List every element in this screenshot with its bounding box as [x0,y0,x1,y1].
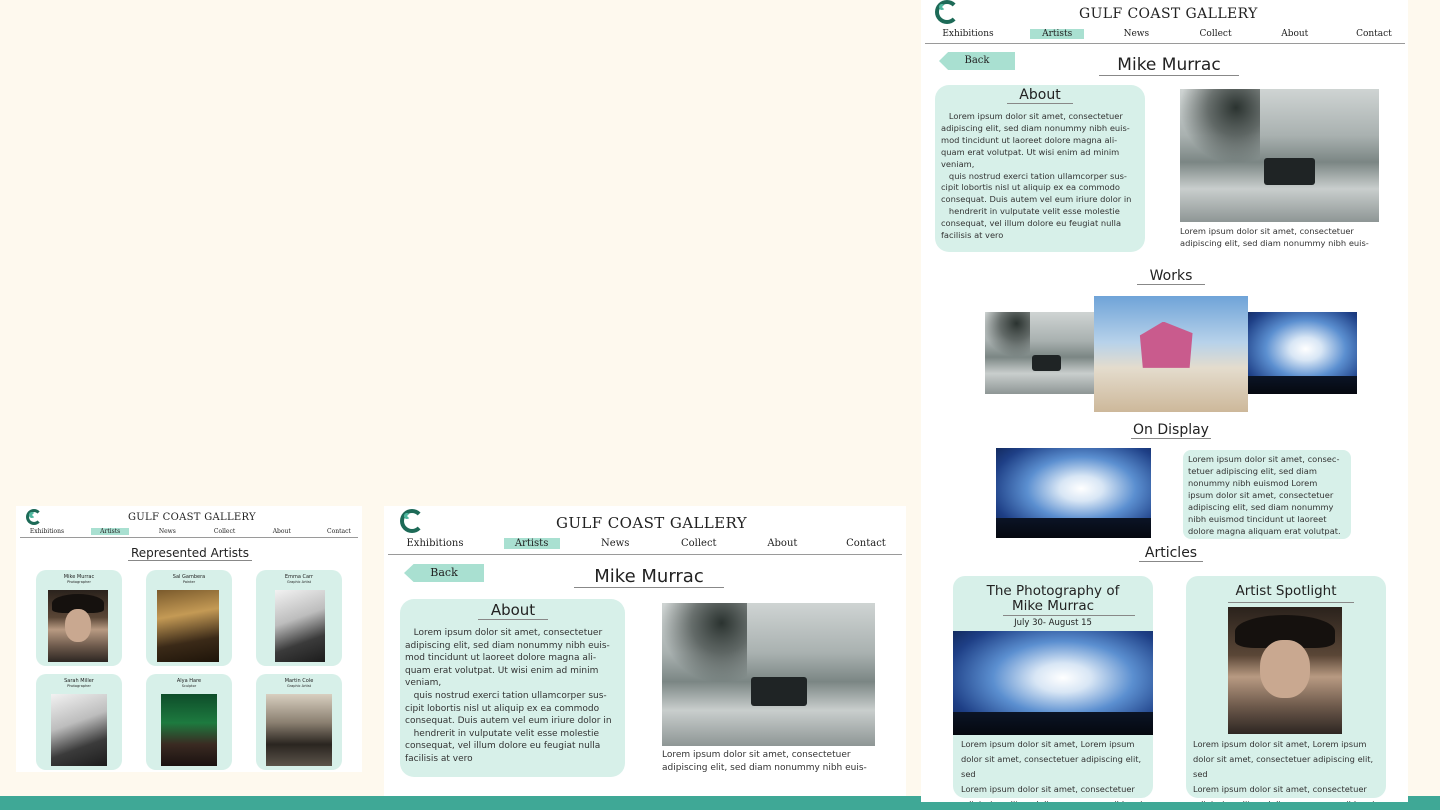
nav-news[interactable]: News [1109,29,1163,39]
article-title: The Photography of Mike Murrac [986,583,1120,614]
nav-contact[interactable]: Contact [1347,29,1401,39]
article-title-rule [1228,602,1354,603]
article-card[interactable]: Artist Spotlight Lorem ipsum dolor sit a… [1186,576,1386,802]
article-title-rule [1003,615,1135,616]
on-display-card: Lorem ipsum dolor sit amet, consec- tetu… [1183,450,1351,539]
nav-exhibitions[interactable]: Exhibitions [931,29,1005,39]
artist-photo [266,694,332,766]
articles-heading: Articles [1139,545,1203,562]
artist-card[interactable]: Martin Cole Graphic Artist [256,674,342,770]
nav-collect[interactable]: Collect [206,528,244,535]
about-card: About Lorem ipsum dolor sit amet, consec… [935,85,1145,252]
nav-exhibitions[interactable]: Exhibitions [394,538,476,549]
artist-detail-full-mockup: GULF COAST GALLERY Exhibitions Artists N… [921,0,1408,802]
article-title: Artist Spotlight [1235,583,1337,599]
artist-card[interactable]: Sarah Miller Photographer [36,674,122,770]
artist-photo [51,694,107,766]
about-text: Lorem ipsum dolor sit amet, consectetuer… [941,111,1132,241]
carousel-prev-image[interactable] [985,312,1097,394]
on-display-photo [996,448,1151,538]
back-button[interactable]: Back [404,564,484,582]
works-heading: Works [1137,268,1205,285]
nav-divider [388,554,902,555]
artists-list-mockup: GULF COAST GALLERY Exhibitions Artists N… [16,506,362,772]
photo-caption: Lorem ipsum dolor sit amet, consectetuer… [1180,226,1369,248]
artist-detail-mockup: GULF COAST GALLERY Exhibitions Artists N… [384,506,906,796]
artist-card[interactable]: Alya Hare Sculptor [146,674,232,770]
nav-artists[interactable]: Artists [503,538,560,549]
nav-news[interactable]: News [587,538,643,549]
artist-photo [48,590,108,662]
nav-exhibitions[interactable]: Exhibitions [22,528,72,535]
nav-about[interactable]: About [263,528,301,535]
artist-photo [161,694,217,766]
site-title: GULF COAST GALLERY [556,514,748,532]
artist-role: Photographer [67,684,91,688]
nav-divider [20,537,358,538]
back-button[interactable]: Back [939,52,1015,70]
site-title: GULF COAST GALLERY [1079,6,1258,22]
nav-contact[interactable]: Contact [320,528,358,535]
works-carousel[interactable] [985,296,1357,414]
artist-card[interactable]: Emma Carr Graphic Artist [256,570,342,666]
artist-card[interactable]: Sal Gambera Painter [146,570,232,666]
about-heading: About [1007,87,1073,104]
artist-name-heading: Mike Murrac [1099,55,1239,76]
artist-role: Painter [182,580,196,584]
artist-role: Sculptor [181,684,197,688]
about-text: Lorem ipsum dolor sit amet, consectetuer… [405,628,612,764]
on-display-heading: On Display [1131,422,1211,439]
article-image [953,631,1153,735]
about-card: About Lorem ipsum dolor sit amet, consec… [400,599,625,777]
featured-photo [1180,89,1379,222]
artist-photo [275,590,325,662]
nav-about[interactable]: About [754,538,810,549]
gulf-coast-logo-icon[interactable] [935,0,959,24]
article-date: July 30- August 15 [1014,618,1092,628]
main-nav: Exhibitions Artists News Collect About C… [931,29,1401,39]
nav-divider [925,43,1405,44]
site-title: GULF COAST GALLERY [128,512,256,523]
artist-role: Graphic Artist [286,580,312,584]
gulf-coast-logo-icon[interactable] [400,509,424,533]
artist-card[interactable]: Mike Murrac Photographer [36,570,122,666]
main-nav: Exhibitions Artists News Collect About C… [394,538,894,549]
artist-role: Graphic Artist [286,684,312,688]
gulf-coast-logo-icon[interactable] [26,509,42,525]
photo-caption: Lorem ipsum dolor sit amet, consectetuer… [662,750,867,773]
main-nav: Exhibitions Artists News Collect About C… [22,528,358,535]
artist-photo [157,590,219,662]
article-text: Lorem ipsum dolor sit amet, Lorem ipsum … [1193,739,1379,802]
nav-collect[interactable]: Collect [671,538,727,549]
artist-role: Photographer [67,580,91,584]
page-title: Represented Artists [128,546,252,561]
nav-collect[interactable]: Collect [1189,29,1243,39]
carousel-current-image[interactable] [1094,296,1248,412]
article-image [1228,607,1342,734]
nav-news[interactable]: News [148,528,186,535]
article-card[interactable]: The Photography of Mike Murrac July 30- … [953,576,1153,802]
featured-photo [662,603,875,746]
on-display-text: Lorem ipsum dolor sit amet, consec- tetu… [1188,454,1341,536]
article-text: Lorem ipsum dolor sit amet, Lorem ipsum … [961,739,1147,802]
nav-contact[interactable]: Contact [838,538,894,549]
nav-artists[interactable]: Artists [1030,29,1085,39]
artist-name-heading: Mike Murrac [574,566,724,588]
nav-artists[interactable]: Artists [91,528,130,535]
carousel-next-image[interactable] [1243,312,1357,394]
nav-about[interactable]: About [1268,29,1322,39]
about-heading: About [478,601,548,620]
